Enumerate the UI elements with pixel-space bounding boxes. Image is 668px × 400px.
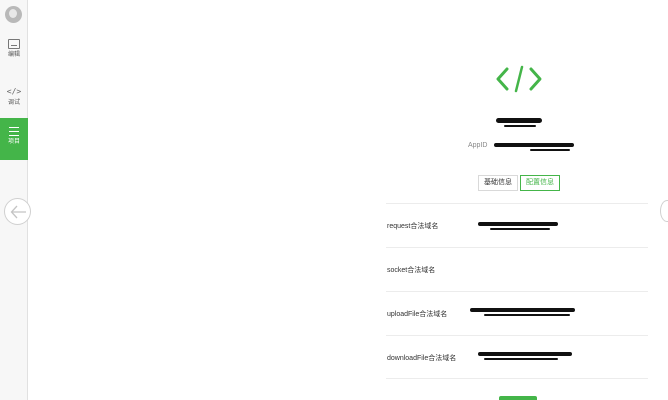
back-button[interactable]: [4, 198, 31, 225]
sidebar-item-project[interactable]: 项目: [0, 118, 28, 160]
domain-label: request合法域名: [387, 223, 439, 230]
sidebar-item-label: 编辑: [7, 52, 20, 58]
sidebar-item-debug[interactable]: </> 调试: [0, 84, 28, 118]
tab-config-info[interactable]: 配置信息: [520, 175, 560, 191]
tab-basic-info[interactable]: 基础信息: [478, 175, 518, 191]
sidebar-item-label: 项目: [7, 139, 20, 145]
domain-label: socket合法域名: [387, 267, 436, 274]
code-icon: </>: [6, 87, 22, 96]
menu-icon: [9, 127, 19, 136]
appid-label: AppID: [468, 142, 488, 149]
list-item: socket合法域名: [386, 247, 648, 291]
arrow-left-icon: [10, 205, 26, 219]
info-tabs: 基础信息 配置信息: [478, 175, 560, 191]
sidebar-item-edit[interactable]: 编辑: [0, 36, 28, 70]
primary-action-button[interactable]: [499, 396, 537, 400]
domain-label: uploadFile合法域名: [387, 311, 448, 318]
list-item: downloadFile合法域名: [386, 335, 648, 379]
sidebar-item-label: 调试: [7, 100, 20, 106]
avatar[interactable]: [5, 6, 22, 23]
list-item: uploadFile合法域名: [386, 291, 648, 335]
code-logo-icon: [496, 65, 542, 93]
next-button[interactable]: [660, 200, 668, 222]
domain-label: downloadFile合法域名: [387, 355, 457, 362]
edit-icon: [8, 39, 20, 49]
